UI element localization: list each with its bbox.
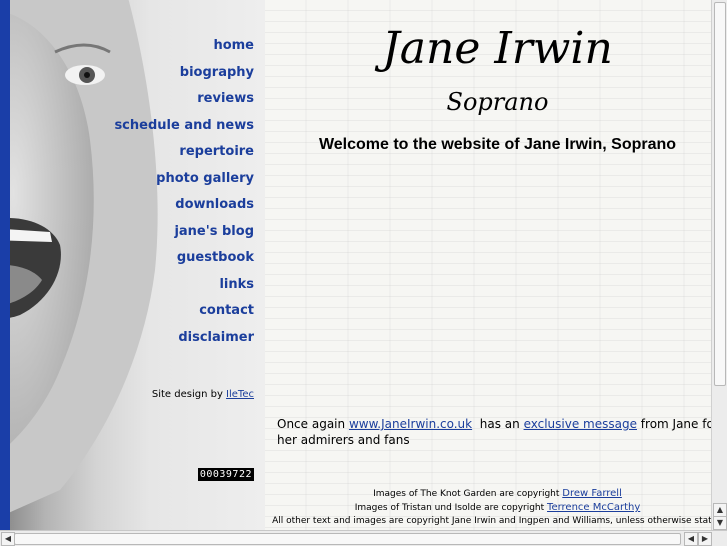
nav-link-disclaimer[interactable]: disclaimer bbox=[114, 328, 254, 355]
main-navigation: home biography reviews schedule and news… bbox=[114, 36, 254, 354]
announcement: Once again www.JaneIrwin.co.uk has an ex… bbox=[277, 416, 712, 448]
arrow-left-icon[interactable]: ◀ bbox=[684, 532, 698, 546]
arrow-left-icon[interactable]: ◀ bbox=[1, 532, 15, 546]
nav-link-schedule-and-news[interactable]: schedule and news bbox=[114, 116, 254, 143]
nav-link-reviews[interactable]: reviews bbox=[114, 89, 254, 116]
page-title: Jane Irwin bbox=[382, 23, 613, 74]
vertical-scrollbar[interactable]: ▲ ▼ bbox=[711, 0, 727, 530]
announcement-prefix: Once again bbox=[277, 417, 349, 431]
visitor-counter: 00039722 bbox=[197, 468, 254, 481]
vertical-scrollbar-thumb[interactable] bbox=[714, 2, 726, 386]
announcement-middle: has an bbox=[472, 417, 524, 431]
terrence-mccarthy-link[interactable]: Terrence McCarthy bbox=[547, 502, 640, 513]
exclusive-message-link[interactable]: exclusive message bbox=[524, 417, 637, 431]
credit-line-copyright: All other text and images are copyright … bbox=[272, 516, 712, 526]
drew-farrell-link[interactable]: Drew Farrell bbox=[562, 488, 622, 499]
welcome-heading: Welcome to the website of Jane Irwin, So… bbox=[318, 136, 677, 153]
site-design-prefix: Site design by bbox=[151, 389, 227, 400]
arrow-right-icon[interactable]: ▶ bbox=[698, 532, 712, 546]
sidebar: home biography reviews schedule and news… bbox=[10, 0, 265, 530]
nav-link-photo-gallery[interactable]: photo gallery bbox=[114, 169, 254, 196]
arrow-up-icon[interactable]: ▲ bbox=[713, 503, 727, 517]
nav-link-links[interactable]: links bbox=[114, 275, 254, 302]
horizontal-scrollbar-thumb[interactable] bbox=[14, 533, 681, 545]
site-design-link[interactable]: IleTec bbox=[226, 389, 254, 400]
nav-link-biography[interactable]: biography bbox=[114, 63, 254, 90]
credit-line-tristan: Images of Tristan und Isolde are copyrig… bbox=[265, 502, 712, 513]
credit-line1-text: Images of The Knot Garden are copyright bbox=[373, 489, 563, 499]
left-accent-strip bbox=[0, 0, 10, 530]
site-design-credit: Site design by IleTec bbox=[152, 389, 254, 400]
arrow-down-icon[interactable]: ▼ bbox=[713, 516, 727, 530]
nav-link-guestbook[interactable]: guestbook bbox=[114, 248, 254, 275]
horizontal-scrollbar[interactable]: ◀ ◀ ▶ bbox=[0, 530, 727, 546]
nav-link-downloads[interactable]: downloads bbox=[114, 195, 254, 222]
announcement-suffix: from Jane for a bbox=[640, 417, 712, 431]
announcement-line2: her admirers and fans bbox=[277, 433, 410, 447]
nav-link-repertoire[interactable]: repertoire bbox=[114, 142, 254, 169]
nav-link-home[interactable]: home bbox=[114, 36, 254, 63]
page-subtitle: Soprano bbox=[446, 88, 549, 116]
nav-link-contact[interactable]: contact bbox=[114, 301, 254, 328]
main-content: Jane Irwin Soprano Welcome to the websit… bbox=[265, 0, 712, 530]
credit-line-knot-garden: Images of The Knot Garden are copyright … bbox=[265, 488, 712, 499]
credit-line2-text: Images of Tristan und Isolde are copyrig… bbox=[354, 503, 548, 513]
nav-link-janes-blog[interactable]: jane's blog bbox=[114, 222, 254, 249]
website-link[interactable]: www.JaneIrwin.co.uk bbox=[349, 417, 472, 431]
